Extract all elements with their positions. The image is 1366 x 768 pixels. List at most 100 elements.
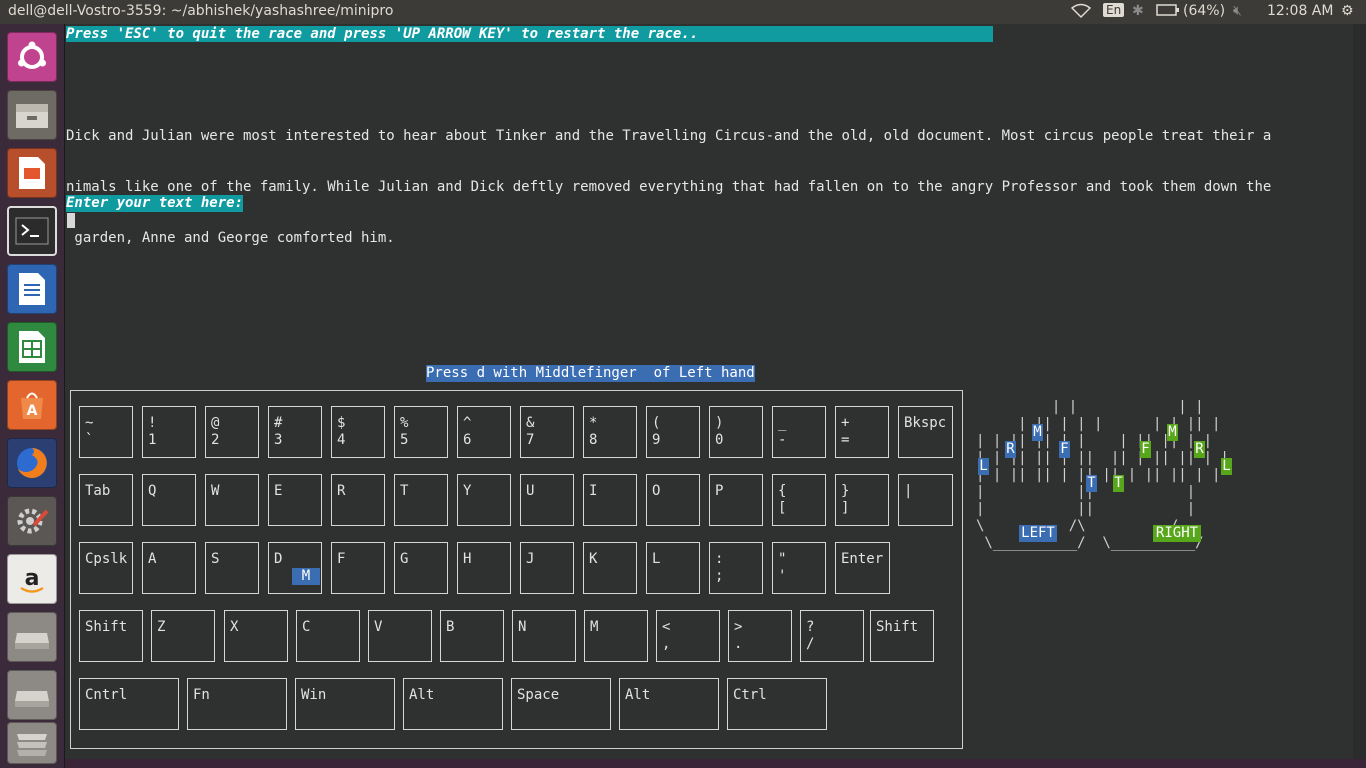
key-label: ~ — [85, 415, 94, 431]
top-panel: dell@dell-Vostro-3559: ~/abhishek/yashas… — [0, 0, 1366, 24]
key-label: Shift — [876, 619, 919, 635]
key-g: G — [394, 542, 448, 594]
key-label: ! — [148, 415, 157, 431]
key-sublabel: = — [841, 432, 850, 448]
finger-tag: F — [1059, 441, 1070, 458]
gear-icon[interactable]: ⚙ — [1341, 3, 1354, 19]
key-sym: + = — [835, 406, 889, 458]
passage-text: Dick and Julian were most interested to … — [66, 94, 1271, 281]
key-y: Y — [457, 474, 511, 526]
key-sublabel: 3 — [274, 432, 283, 448]
software-center-icon[interactable]: A — [7, 380, 57, 430]
wifi-icon[interactable] — [1070, 3, 1092, 23]
key-sym: >. — [728, 610, 792, 662]
drive-icon[interactable] — [7, 612, 57, 662]
key-sublabel: 8 — [589, 432, 598, 448]
bottom-border — [65, 759, 1366, 768]
key-sublabel: ` — [85, 432, 94, 448]
key-tab: Tab — [79, 474, 133, 526]
key-j: J — [520, 542, 574, 594]
keyboard-layout-indicator[interactable]: En — [1103, 3, 1125, 17]
terminal-icon[interactable] — [7, 206, 57, 256]
key-label: Y — [463, 483, 472, 499]
impress-icon[interactable] — [7, 148, 57, 198]
key-7: & 7 — [520, 406, 574, 458]
key-label: H — [463, 551, 472, 567]
key-bkspc: Bkspc — [898, 406, 953, 458]
key-e: E — [268, 474, 322, 526]
trash-icon[interactable] — [7, 722, 57, 764]
finger-hint: Press d with Middlefinger of Left hand — [426, 365, 755, 382]
key-alt: Alt — [619, 678, 719, 730]
key-sym: :; — [709, 542, 763, 594]
key-label: T — [400, 483, 409, 499]
key-label: J — [526, 551, 535, 567]
key-sublabel: / — [806, 636, 815, 652]
battery-percentage: (64%) — [1183, 3, 1226, 19]
key-u: U — [520, 474, 574, 526]
key-sublabel: 9 — [652, 432, 661, 448]
instruction-banner: Press 'ESC' to quit the race and press '… — [66, 26, 993, 42]
key-label: } — [841, 483, 850, 499]
key-p: P — [709, 474, 763, 526]
key-b: B — [440, 610, 504, 662]
key-sublabel: ' — [778, 568, 787, 584]
key-sym: " ' — [772, 542, 826, 594]
key-label: Tab — [85, 483, 111, 499]
key-f: F — [331, 542, 385, 594]
firefox-icon[interactable] — [7, 438, 57, 488]
key-label: I — [589, 483, 598, 499]
key-fn: Fn — [187, 678, 287, 730]
left-hand-label: LEFT — [1019, 525, 1057, 542]
key-x: X — [224, 610, 288, 662]
key-label: $ — [337, 415, 346, 431]
battery-icon[interactable] — [1156, 3, 1180, 21]
right-hand-label: RIGHT — [1153, 525, 1201, 542]
key-label: B — [446, 619, 455, 635]
key-sublabel: ; — [715, 568, 724, 584]
ubuntu-dash-icon[interactable] — [7, 32, 57, 82]
volume-muted-icon[interactable]: 🔇︎ — [1233, 3, 1242, 19]
drive-icon[interactable] — [7, 670, 57, 720]
key-cntrl: Cntrl — [79, 678, 179, 730]
key-3: #3 — [268, 406, 322, 458]
key-sublabel: 7 — [526, 432, 535, 448]
key-shift: Shift — [870, 610, 934, 662]
key-c: C — [296, 610, 360, 662]
key-label: % — [400, 415, 409, 431]
key-label: V — [374, 619, 383, 635]
key-l: L — [646, 542, 700, 594]
key-cpslk: Cpslk — [79, 542, 133, 594]
key-9: (9 — [646, 406, 700, 458]
key-sublabel: 4 — [337, 432, 346, 448]
scrollbar[interactable] — [1353, 24, 1366, 759]
key-label: Space — [517, 687, 560, 703]
amazon-icon[interactable]: a — [7, 554, 57, 604]
finger-tag: R — [1005, 441, 1016, 458]
key-sublabel: , — [662, 636, 671, 652]
key-a: A — [142, 542, 196, 594]
calc-icon[interactable] — [7, 322, 57, 372]
bluetooth-icon[interactable]: ✱ — [1132, 3, 1144, 19]
key-m: M — [584, 610, 648, 662]
key-label: A — [148, 551, 157, 567]
writer-icon[interactable] — [7, 264, 57, 314]
files-icon[interactable] — [7, 90, 57, 140]
key-z: Z — [151, 610, 215, 662]
key-label: + — [841, 415, 850, 431]
key-1: ! 1 — [142, 406, 196, 458]
text-cursor[interactable] — [67, 213, 75, 228]
key-sym: ~ ` — [79, 406, 133, 458]
key-label: N — [518, 619, 527, 635]
key-label: < — [662, 619, 671, 635]
system-settings-icon[interactable] — [7, 496, 57, 546]
clock[interactable]: 12:08 AM — [1267, 3, 1333, 19]
passage-line: nimals like one of the family. While Jul… — [66, 179, 1272, 195]
key-k: K — [583, 542, 637, 594]
key-label: L — [652, 551, 661, 567]
terminal-window[interactable]: Press 'ESC' to quit the race and press '… — [65, 24, 1353, 759]
key-label: G — [400, 551, 409, 567]
key-sublabel: 2 — [211, 432, 220, 448]
key-label: Bkspc — [904, 415, 947, 431]
key-sublabel: . — [734, 636, 743, 652]
